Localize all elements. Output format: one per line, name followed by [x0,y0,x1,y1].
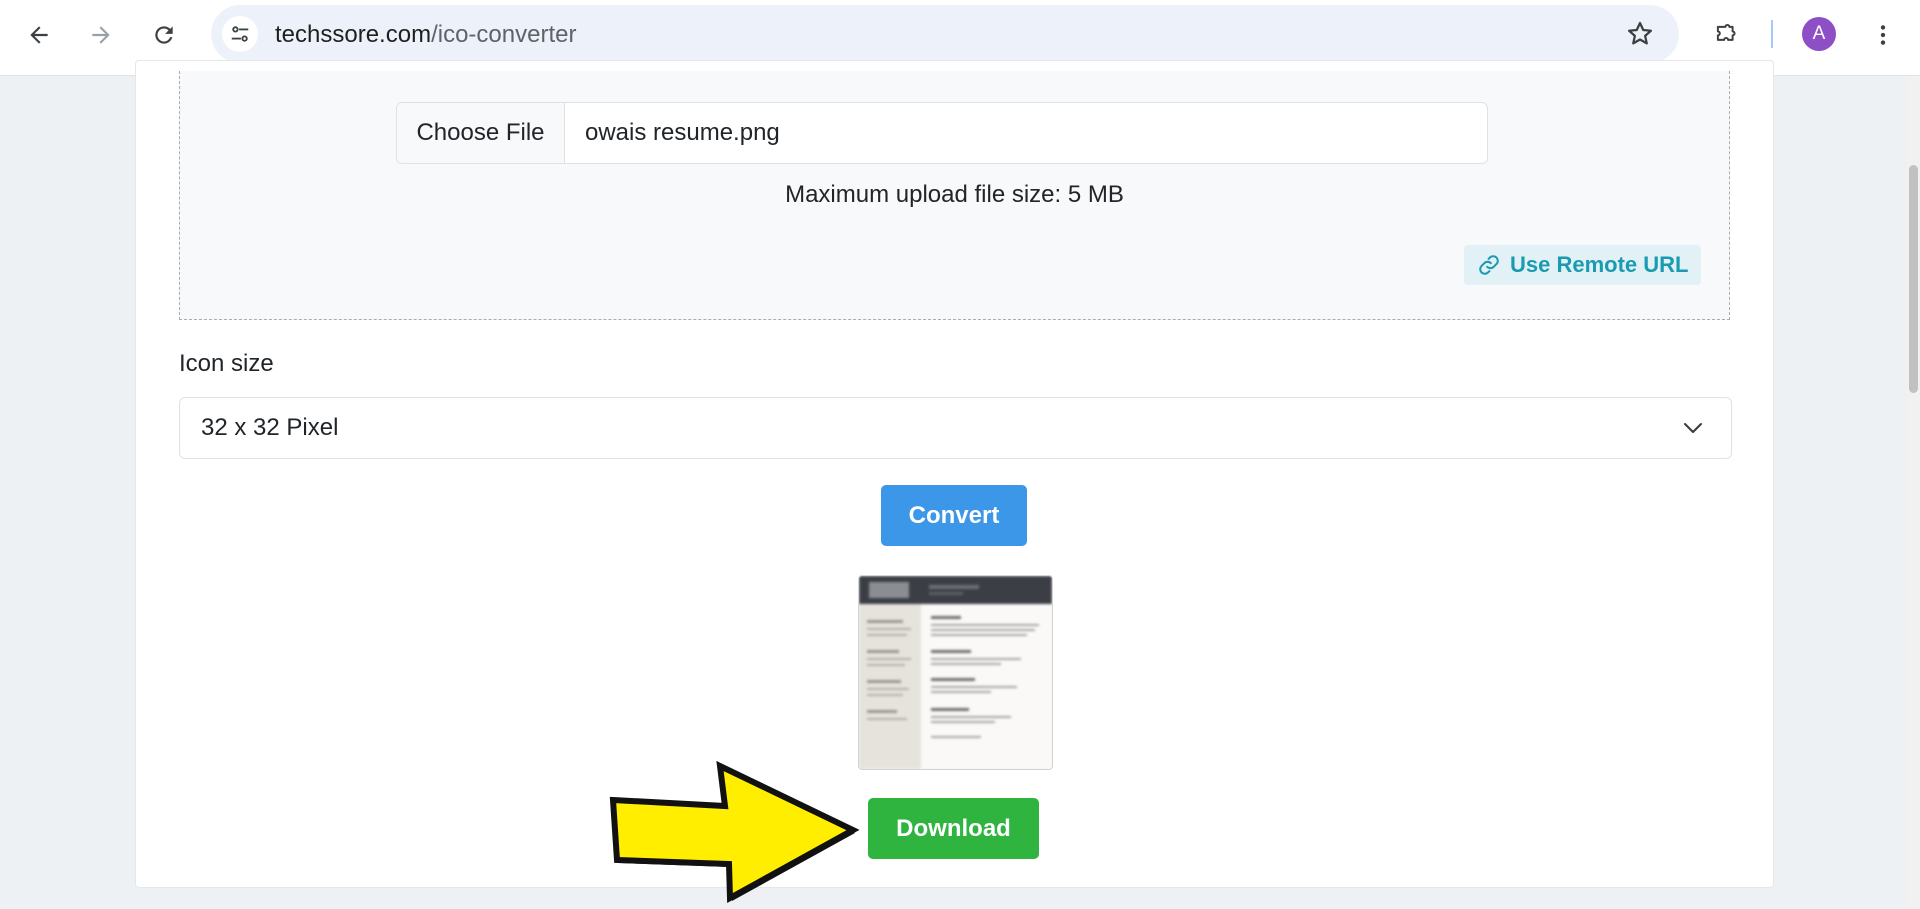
max-upload-size-text: Maximum upload file size: 5 MB [785,181,1124,208]
site-info-button[interactable] [222,16,258,52]
icon-size-label: Icon size [179,350,274,377]
back-button[interactable] [19,15,59,55]
url-text[interactable]: techssore.com/ico-converter [275,23,576,47]
arrow-right-icon [92,26,110,44]
kebab-menu-icon [1880,25,1886,45]
url-host: techssore.com [275,21,432,48]
menu-button[interactable] [1863,15,1903,55]
icon-size-value: 32 x 32 Pixel [201,414,339,441]
reload-button[interactable] [144,15,184,55]
link-icon [1479,255,1499,275]
use-remote-url-label: Use Remote URL [1510,252,1689,277]
convert-button[interactable]: Convert [881,485,1027,546]
reload-icon [155,26,173,44]
use-remote-url-button[interactable]: Use Remote URL [1464,245,1701,285]
toolbar-divider [1771,20,1773,48]
icon-size-select[interactable]: 32 x 32 Pixel [179,397,1732,459]
forward-button[interactable] [81,15,121,55]
yellow-arrow-annotation [609,760,860,904]
selected-file-name: owais resume.png [585,119,780,146]
download-button[interactable]: Download [868,798,1039,859]
upload-dropzone[interactable]: Choose File owais resume.png Maximum upl… [179,71,1730,320]
converter-card: Choose File owais resume.png Maximum upl… [135,60,1774,888]
converted-icon-preview [858,575,1053,770]
chevron-down-icon [1684,423,1702,433]
profile-avatar[interactable]: A [1802,17,1836,51]
file-input[interactable]: Choose File owais resume.png [396,102,1488,164]
extensions-button[interactable] [1706,15,1746,55]
choose-file-button[interactable]: Choose File [397,103,565,163]
resume-thumbnail-image [859,576,1052,769]
arrow-left-icon [30,26,48,44]
scrollbar-thumb[interactable] [1909,165,1918,393]
star-icon[interactable] [1625,19,1655,49]
tune-icon [231,26,249,42]
address-bar[interactable]: techssore.com/ico-converter [211,5,1679,63]
url-path: /ico-converter [431,21,577,48]
puzzle-icon [1716,23,1736,41]
